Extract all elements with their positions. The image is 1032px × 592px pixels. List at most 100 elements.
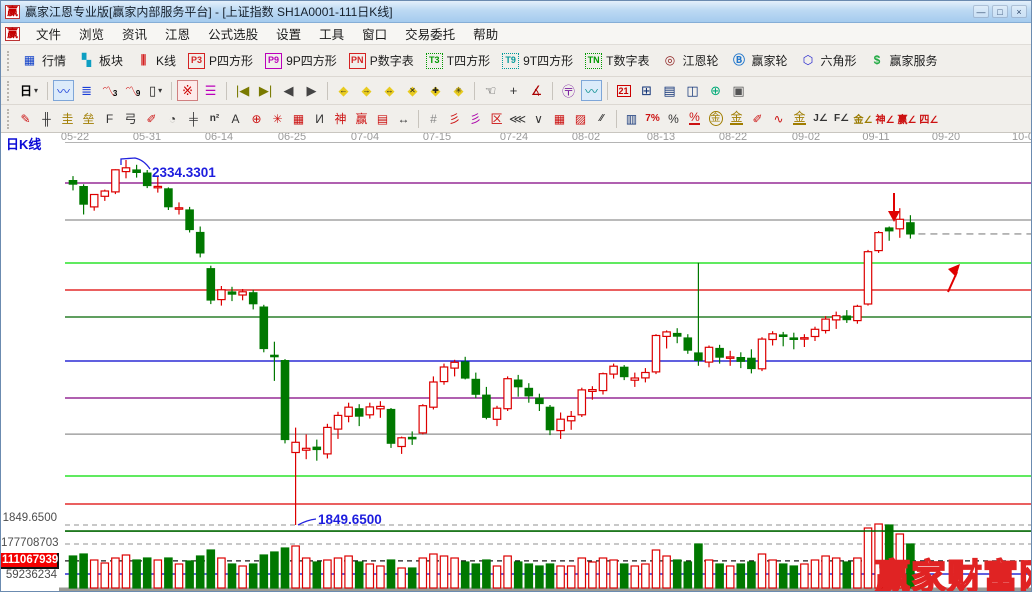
volume-profile-button[interactable]: ☰ xyxy=(200,80,221,101)
toolbar-item-kline[interactable]: ⫼K线 xyxy=(129,49,182,72)
toolbar-grip[interactable] xyxy=(7,109,11,129)
report-pad-button[interactable]: ▤ xyxy=(659,80,680,101)
draw-tool-n-square[interactable]: n² xyxy=(205,108,225,129)
toolbar-item-winner-service[interactable]: $赢家服务 xyxy=(863,49,944,72)
menu-item-settings[interactable]: 设置 xyxy=(267,22,310,45)
kline-chart[interactable]: 05-2205-3106-1406-2507-0407-1507-2408-02… xyxy=(1,133,1032,592)
draw-tool-percent-lines[interactable]: % xyxy=(685,108,705,129)
draw-tool-v-notch[interactable]: ∨ xyxy=(529,108,549,129)
candle-style-button[interactable]: ▯▾ xyxy=(145,80,166,101)
draw-tool-bar-stat[interactable]: ▥ xyxy=(622,108,642,129)
toolbar-item-p-digit-table[interactable]: PNP数字表 xyxy=(343,49,420,72)
draw-tool-gold-circle[interactable]: 金 xyxy=(706,108,726,129)
draw-tool-gold-tool-1[interactable]: 圭 xyxy=(58,108,78,129)
compress-all-button[interactable]: ◆✚ xyxy=(425,80,446,101)
draw-tool-pen-bars[interactable]: ✐ xyxy=(748,108,768,129)
wave-9-button[interactable]: 〽9 xyxy=(122,80,143,101)
toolbar-item-hexagon[interactable]: ⬡六角形 xyxy=(794,49,863,72)
draw-tool-n-mark[interactable]: И xyxy=(310,108,330,129)
draw-tool-grid-123[interactable]: ▤ xyxy=(373,108,393,129)
calculator-button[interactable]: ⊞ xyxy=(636,80,657,101)
balance-tool-button[interactable]: 〶 xyxy=(558,80,579,101)
restore-scale-button[interactable]: ◆✳ xyxy=(448,80,469,101)
draw-tool-red-grid[interactable]: ▦ xyxy=(289,108,309,129)
toolbar-item-sectors[interactable]: ▚板块 xyxy=(72,49,129,72)
draw-tool-comb-2[interactable]: ╪ xyxy=(184,108,204,129)
draw-tool-fan-red[interactable]: 彡 xyxy=(445,108,465,129)
save-button[interactable]: ◫ xyxy=(682,80,703,101)
quote-report-button[interactable]: ≣ xyxy=(76,80,97,101)
pan-hand-button[interactable]: ☜ xyxy=(480,80,501,101)
draw-tool-wave-overlay[interactable]: ∿ xyxy=(769,108,789,129)
toolbar-item-gann-wheel[interactable]: ◎江恩轮 xyxy=(655,49,724,72)
draw-tool-ying-tool[interactable]: 赢 xyxy=(352,108,372,129)
menu-item-file[interactable]: 文件 xyxy=(27,22,70,45)
draw-tool-parallel-lines[interactable]: ∕∕ xyxy=(592,108,612,129)
draw-tool-si-angle[interactable]: 四∠ xyxy=(918,108,939,129)
draw-tool-gold-angle[interactable]: 金∠ xyxy=(853,108,874,129)
prev-bar-button[interactable]: ◀ xyxy=(278,80,299,101)
draw-tool-ying-angle[interactable]: 赢∠ xyxy=(896,108,917,129)
draw-tool-shen-tool[interactable]: 神 xyxy=(331,108,351,129)
go-first-button[interactable]: |◀ xyxy=(232,80,253,101)
menu-item-formula-stock-pick[interactable]: 公式选股 xyxy=(199,22,267,45)
toolbar-item-9t-square[interactable]: T99T四方形 xyxy=(496,49,579,72)
next-bar-button[interactable]: ▶ xyxy=(301,80,322,101)
toolbar-grip[interactable] xyxy=(7,51,11,71)
draw-tool-gold-under[interactable]: 金 xyxy=(790,108,810,129)
toolbar-item-t-square[interactable]: T3T四方形 xyxy=(420,49,496,72)
pattern-tool-button[interactable]: ※ xyxy=(177,80,198,101)
toolbar-item-winner-wheel[interactable]: Ⓑ赢家轮 xyxy=(724,49,793,72)
toolbar-item-9p-square[interactable]: P99P四方形 xyxy=(259,49,343,72)
compress-diagonal-button[interactable]: ◆✕ xyxy=(402,80,423,101)
draw-tool-gann-comb[interactable]: ╫ xyxy=(37,108,57,129)
draw-tool-box-fan[interactable]: 区 xyxy=(487,108,507,129)
menu-item-trade-order[interactable]: 交易委托 xyxy=(396,22,464,45)
close-button[interactable]: × xyxy=(1011,5,1027,18)
menu-item-help[interactable]: 帮助 xyxy=(464,22,507,45)
network-button[interactable]: ⊕ xyxy=(705,80,726,101)
menu-item-window[interactable]: 窗口 xyxy=(353,22,396,45)
compress-right-button[interactable]: ◆→ xyxy=(356,80,377,101)
trend-line-tool-button[interactable]: 〰 xyxy=(53,80,74,101)
angle-pointer-button[interactable]: ∡ xyxy=(526,80,547,101)
draw-tool-red-pen-2[interactable]: ✐ xyxy=(142,108,162,129)
compress-horizontal-button[interactable]: ◆↔ xyxy=(379,80,400,101)
draw-tool-angle-a[interactable]: A xyxy=(226,108,246,129)
menu-item-browse[interactable]: 浏览 xyxy=(70,22,113,45)
toolbar-grip[interactable] xyxy=(7,81,11,101)
draw-tool-gold-lines[interactable]: 金 xyxy=(727,108,747,129)
draw-tool-dense-grid[interactable]: ▦ xyxy=(550,108,570,129)
wave-3-button[interactable]: 〽3 xyxy=(99,80,120,101)
draw-tool-fan-boxed[interactable]: 彡 xyxy=(466,108,486,129)
minimize-button[interactable]: — xyxy=(973,5,989,18)
go-last-button[interactable]: ▶| xyxy=(255,80,276,101)
menu-item-gann[interactable]: 江恩 xyxy=(156,22,199,45)
draw-tool-frame-tool[interactable]: # xyxy=(424,108,444,129)
period-selector[interactable]: 日▾ xyxy=(16,80,42,101)
draw-tool-star-grid[interactable]: ✳ xyxy=(268,108,288,129)
draw-tool-percent[interactable]: % xyxy=(664,108,684,129)
maximize-button[interactable]: □ xyxy=(992,5,1008,18)
draw-tool-spiral[interactable]: 弓 xyxy=(121,108,141,129)
draw-tool-shen-angle[interactable]: 神∠ xyxy=(874,108,895,129)
toolbar-item-p-square[interactable]: P3P四方形 xyxy=(182,49,259,72)
menu-item-tools[interactable]: 工具 xyxy=(310,22,353,45)
wave-tool-button[interactable]: 〰 xyxy=(581,80,602,101)
draw-tool-grid-arrow[interactable]: ▨ xyxy=(571,108,591,129)
draw-tool-f-angle[interactable]: F∠ xyxy=(832,108,852,129)
calendar-button[interactable]: 21 xyxy=(613,80,634,101)
draw-tool-red-pen[interactable]: ✎ xyxy=(16,108,36,129)
draw-tool-time-cycle[interactable]: ◔ xyxy=(163,108,183,129)
draw-tool-j-angle[interactable]: J∠ xyxy=(811,108,831,129)
workstation-button[interactable]: ▣ xyxy=(728,80,749,101)
draw-tool-fan-black[interactable]: ⋘ xyxy=(508,108,528,129)
draw-tool-gann-circle[interactable]: ⊕ xyxy=(247,108,267,129)
draw-tool-gold-tool-2[interactable]: 垒 xyxy=(79,108,99,129)
menu-item-news[interactable]: 资讯 xyxy=(113,22,156,45)
draw-tool-span-arrow[interactable]: ↔ xyxy=(394,108,414,129)
crosshair-button[interactable]: + xyxy=(503,80,524,101)
draw-tool-seven-percent[interactable]: 7% xyxy=(643,108,663,129)
toolbar-item-t-digit-table[interactable]: TNT数字表 xyxy=(579,49,655,72)
draw-tool-f-comb[interactable]: F xyxy=(100,108,120,129)
